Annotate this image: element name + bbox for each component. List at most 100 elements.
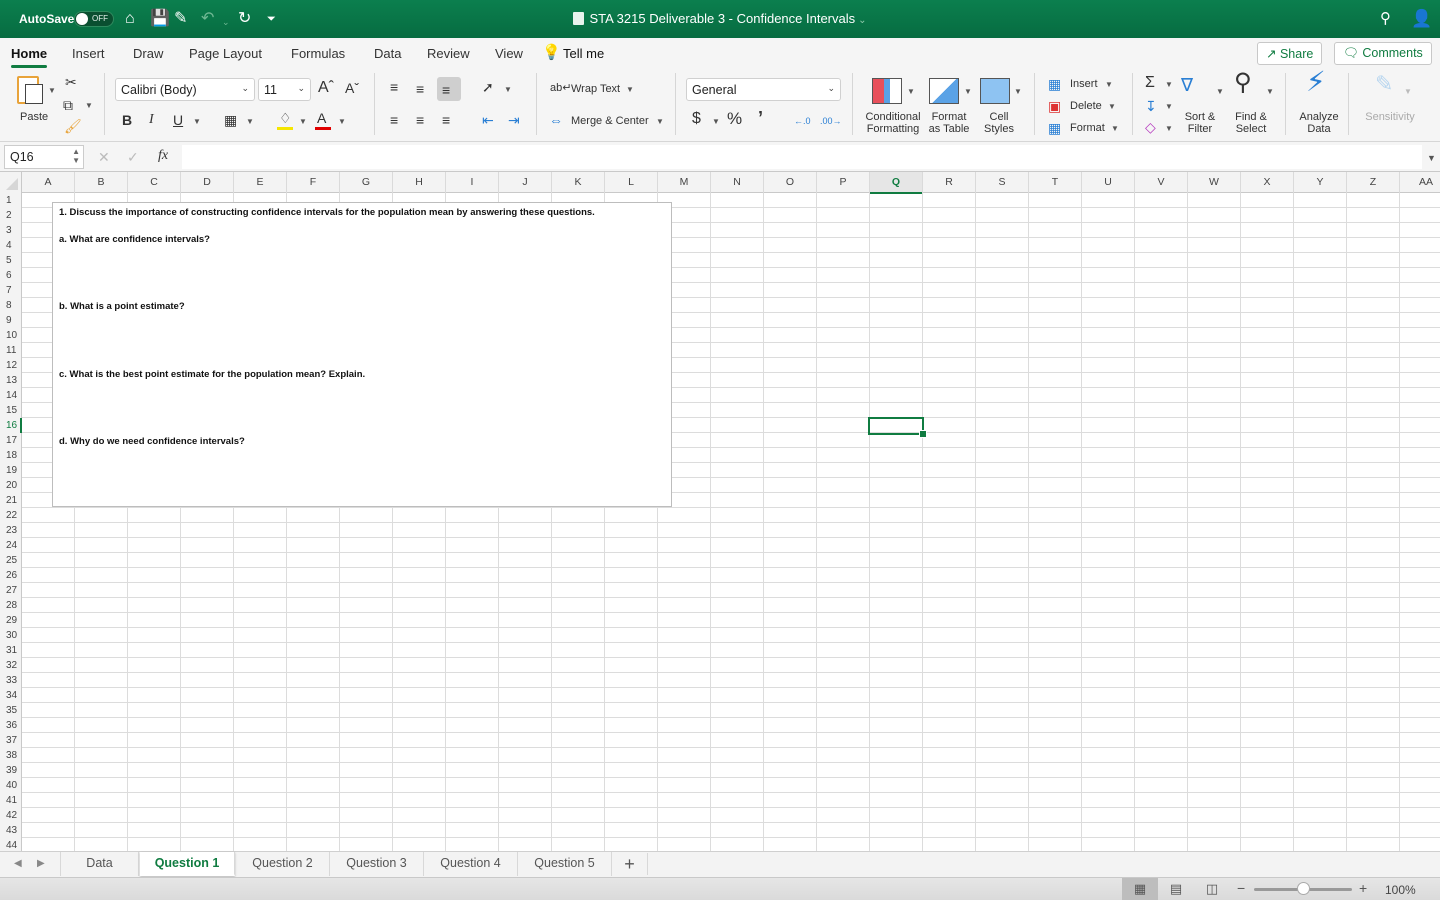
- column-header-v[interactable]: V: [1135, 172, 1188, 193]
- column-header-j[interactable]: J: [499, 172, 552, 193]
- column-header-k[interactable]: K: [552, 172, 605, 193]
- row-header-38[interactable]: 38: [0, 748, 21, 763]
- page-break-view-button[interactable]: ◫: [1194, 878, 1230, 900]
- font-color-icon[interactable]: A: [317, 110, 326, 126]
- orientation-icon[interactable]: ➚: [482, 79, 494, 95]
- column-header-t[interactable]: T: [1029, 172, 1082, 193]
- active-cell-q16[interactable]: [868, 417, 927, 438]
- tab-view[interactable]: View: [495, 46, 523, 61]
- italic-button[interactable]: I: [149, 112, 154, 128]
- row-header-25[interactable]: 25: [0, 553, 21, 568]
- font-size-select[interactable]: 11 ⌄: [258, 78, 311, 101]
- tab-draw[interactable]: Draw: [133, 46, 163, 61]
- column-header-q[interactable]: Q: [870, 172, 923, 194]
- copy-dropdown-icon[interactable]: ▼: [85, 101, 93, 110]
- borders-icon[interactable]: ▦: [224, 112, 237, 128]
- row-header-21[interactable]: 21: [0, 493, 21, 508]
- row-header-42[interactable]: 42: [0, 808, 21, 823]
- format-painter-icon[interactable]: 🖌: [64, 118, 82, 134]
- row-header-24[interactable]: 24: [0, 538, 21, 553]
- search-icon[interactable]: ⚲: [1380, 9, 1391, 29]
- question-text-box[interactable]: 1. Discuss the importance of constructin…: [52, 202, 672, 507]
- column-header-x[interactable]: X: [1241, 172, 1294, 193]
- number-format-select[interactable]: General ⌄: [686, 78, 841, 101]
- underline-button[interactable]: U: [173, 112, 183, 128]
- row-header-44[interactable]: 44: [0, 838, 21, 851]
- comments-button[interactable]: 🗨 Comments: [1334, 42, 1432, 65]
- delete-cells-button[interactable]: Delete: [1070, 100, 1102, 112]
- column-header-w[interactable]: W: [1188, 172, 1241, 193]
- column-header-n[interactable]: N: [711, 172, 764, 193]
- decrease-font-size-icon[interactable]: Aˇ: [345, 80, 359, 96]
- row-header-20[interactable]: 20: [0, 478, 21, 493]
- row-header-41[interactable]: 41: [0, 793, 21, 808]
- row-header-28[interactable]: 28: [0, 598, 21, 613]
- account-icon[interactable]: 👤: [1411, 9, 1432, 29]
- row-header-37[interactable]: 37: [0, 733, 21, 748]
- sheet-tab-question-3[interactable]: Question 3: [330, 852, 424, 876]
- tab-page-layout[interactable]: Page Layout: [189, 46, 262, 61]
- row-header-43[interactable]: 43: [0, 823, 21, 838]
- merge-center-dropdown-icon[interactable]: ▼: [656, 117, 664, 126]
- row-header-14[interactable]: 14: [0, 388, 21, 403]
- column-header-aa[interactable]: AA: [1400, 172, 1440, 193]
- orientation-dropdown-icon[interactable]: ▼: [504, 85, 512, 94]
- row-header-39[interactable]: 39: [0, 763, 21, 778]
- align-center-icon[interactable]: ≡: [416, 112, 424, 128]
- fill-icon[interactable]: ↧: [1145, 98, 1157, 114]
- row-header-1[interactable]: 1: [0, 193, 21, 208]
- document-title[interactable]: STA 3215 Deliverable 3 - Confidence Inte…: [0, 11, 1440, 26]
- autosum-icon[interactable]: Σ: [1145, 75, 1155, 91]
- sheet-tab-question-5[interactable]: Question 5: [518, 852, 612, 876]
- tab-formulas[interactable]: Formulas: [291, 46, 345, 61]
- zoom-slider-handle[interactable]: [1297, 882, 1310, 895]
- cut-icon[interactable]: ✂: [65, 74, 77, 90]
- font-name-select[interactable]: Calibri (Body) ⌄: [115, 78, 255, 101]
- merge-center-button[interactable]: Merge & Center: [571, 115, 649, 127]
- currency-dropdown-icon[interactable]: ▼: [712, 117, 720, 126]
- add-sheet-button[interactable]: +: [612, 853, 648, 875]
- row-header-10[interactable]: 10: [0, 328, 21, 343]
- align-right-icon[interactable]: ≡: [442, 112, 450, 128]
- column-header-o[interactable]: O: [764, 172, 817, 193]
- row-header-2[interactable]: 2: [0, 208, 21, 223]
- row-header-18[interactable]: 18: [0, 448, 21, 463]
- sheet-tab-question-1[interactable]: Question 1: [140, 852, 235, 876]
- fill-color-icon[interactable]: ♢: [279, 110, 292, 126]
- name-box-stepper-icon[interactable]: ▲ ▼: [72, 147, 80, 165]
- column-header-h[interactable]: H: [393, 172, 446, 193]
- name-box[interactable]: Q16 ▲ ▼: [4, 145, 84, 169]
- normal-view-button[interactable]: ▦: [1122, 878, 1158, 900]
- row-header-17[interactable]: 17: [0, 433, 21, 448]
- row-header-31[interactable]: 31: [0, 643, 21, 658]
- row-header-32[interactable]: 32: [0, 658, 21, 673]
- cancel-icon[interactable]: ✕: [98, 149, 110, 165]
- column-header-d[interactable]: D: [181, 172, 234, 193]
- increase-font-size-icon[interactable]: Aˆ: [318, 80, 334, 96]
- row-header-15[interactable]: 15: [0, 403, 21, 418]
- page-layout-view-button[interactable]: ▤: [1158, 878, 1194, 900]
- wrap-text-button[interactable]: Wrap Text: [571, 83, 620, 95]
- align-middle-icon[interactable]: ≡: [416, 81, 424, 97]
- column-header-p[interactable]: P: [817, 172, 870, 193]
- row-header-26[interactable]: 26: [0, 568, 21, 583]
- row-header-35[interactable]: 35: [0, 703, 21, 718]
- row-header-3[interactable]: 3: [0, 223, 21, 238]
- row-header-5[interactable]: 5: [0, 253, 21, 268]
- column-header-y[interactable]: Y: [1294, 172, 1347, 193]
- column-header-b[interactable]: B: [75, 172, 128, 193]
- row-header-9[interactable]: 9: [0, 313, 21, 328]
- row-header-8[interactable]: 8: [0, 298, 21, 313]
- sheet-tab-data[interactable]: Data: [61, 852, 139, 876]
- column-header-a[interactable]: A: [22, 172, 75, 193]
- tab-data[interactable]: Data: [374, 46, 401, 61]
- sheet-tab-question-4[interactable]: Question 4: [424, 852, 518, 876]
- column-header-s[interactable]: S: [976, 172, 1029, 193]
- next-sheet-icon[interactable]: ▶: [37, 858, 45, 869]
- column-header-i[interactable]: I: [446, 172, 499, 193]
- align-left-icon[interactable]: ≡: [390, 112, 398, 128]
- paste-dropdown-icon[interactable]: ▼: [48, 86, 56, 95]
- row-header-27[interactable]: 27: [0, 583, 21, 598]
- previous-sheet-icon[interactable]: ◀: [14, 858, 22, 869]
- zoom-in-button[interactable]: +: [1359, 880, 1367, 896]
